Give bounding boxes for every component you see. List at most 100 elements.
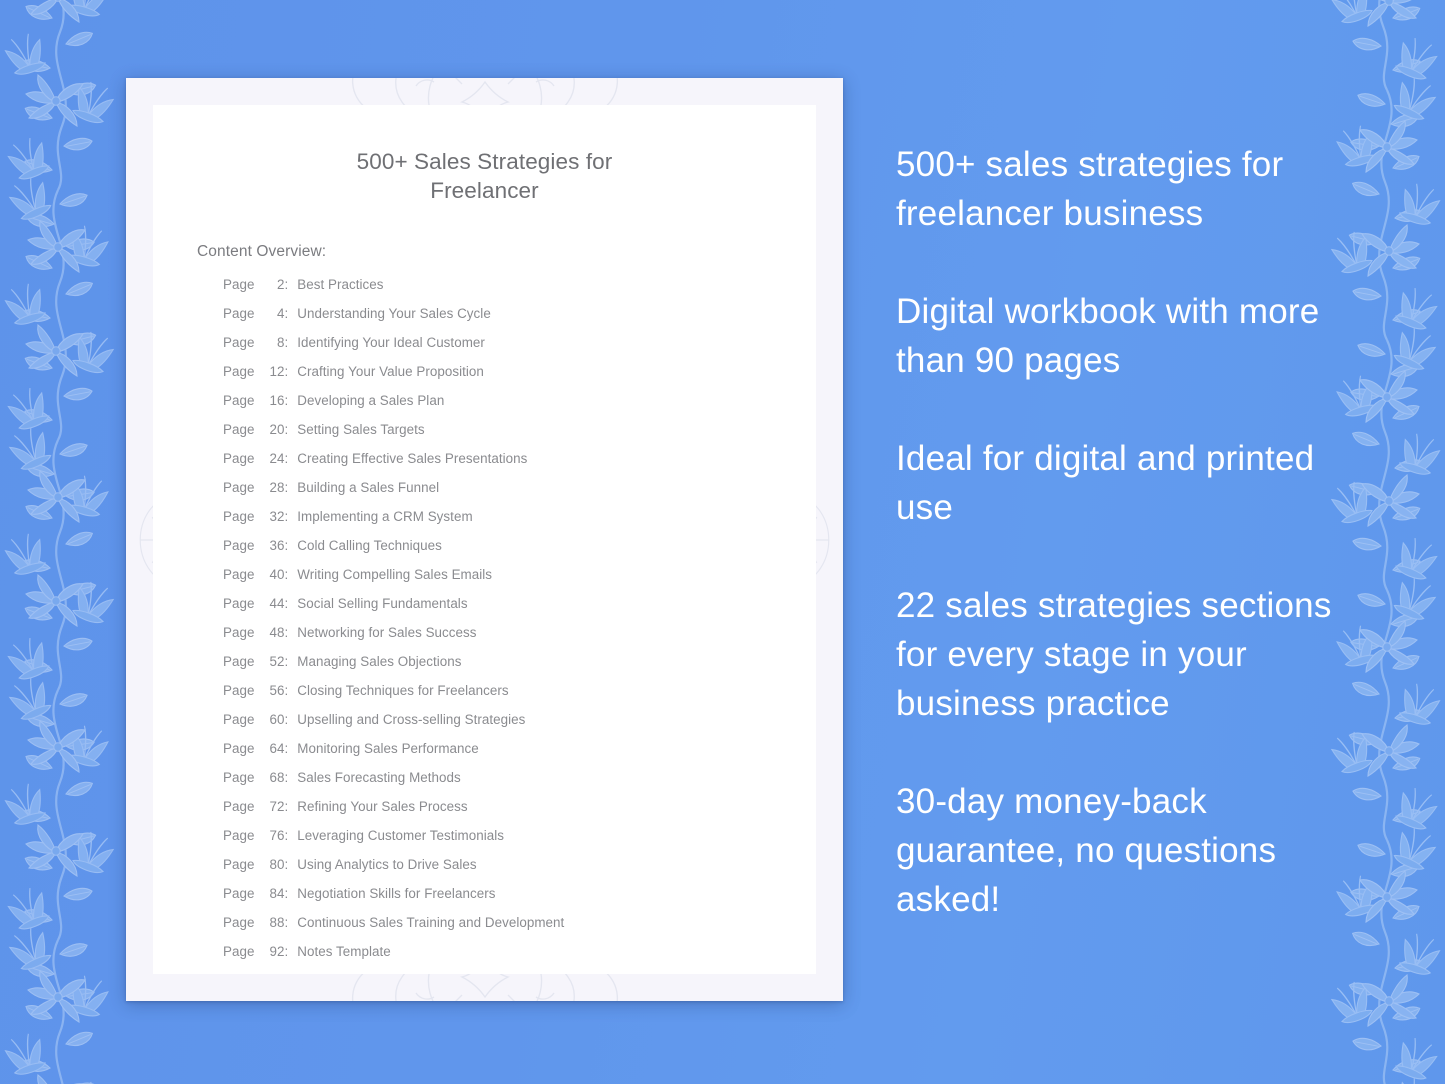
toc-entry: Page 16: Developing a Sales Plan bbox=[223, 393, 816, 422]
page-title: 500+ Sales Strategies for Freelancer bbox=[153, 105, 816, 205]
toc-entry: Page 44: Social Selling Fundamentals bbox=[223, 596, 816, 625]
toc-page-word: Page bbox=[223, 306, 255, 321]
toc-entry-title: Monitoring Sales Performance bbox=[297, 741, 479, 756]
toc-entry: Page 20: Setting Sales Targets bbox=[223, 422, 816, 451]
toc-page-number: 16 bbox=[269, 393, 285, 408]
toc-colon: : bbox=[284, 335, 289, 350]
toc-colon: : bbox=[284, 683, 289, 698]
toc-entry-title: Cold Calling Techniques bbox=[297, 538, 442, 553]
toc-page-number: 56 bbox=[269, 683, 285, 698]
toc-entry: Page 28: Building a Sales Funnel bbox=[223, 480, 816, 509]
toc-entry-title: Closing Techniques for Freelancers bbox=[297, 683, 509, 698]
toc-entry: Page 36: Cold Calling Techniques bbox=[223, 538, 816, 567]
toc-entry-title: Crafting Your Value Proposition bbox=[297, 364, 484, 379]
toc-entry-title: Refining Your Sales Process bbox=[297, 799, 468, 814]
toc-entry-title: Writing Compelling Sales Emails bbox=[297, 567, 493, 582]
toc-page-word: Page bbox=[223, 857, 255, 872]
toc-entry: Page 8: Identifying Your Ideal Customer bbox=[223, 335, 816, 364]
document-page-sheet: 500+ Sales Strategies for Freelancer Con… bbox=[153, 105, 816, 974]
toc-page-number: 72 bbox=[269, 799, 285, 814]
toc-entry-title: Leveraging Customer Testimonials bbox=[297, 828, 505, 843]
toc-entry-title: Understanding Your Sales Cycle bbox=[297, 306, 491, 321]
toc-entry-title: Creating Effective Sales Presentations bbox=[297, 451, 528, 466]
toc-page-number: 68 bbox=[269, 770, 285, 785]
toc-page-word: Page bbox=[223, 567, 255, 582]
toc-colon: : bbox=[284, 712, 289, 727]
toc-entry: Page 68: Sales Forecasting Methods bbox=[223, 770, 816, 799]
toc-page-word: Page bbox=[223, 538, 255, 553]
toc-colon: : bbox=[284, 654, 289, 669]
toc-page-word: Page bbox=[223, 480, 255, 495]
toc-entry: Page 32: Implementing a CRM System bbox=[223, 509, 816, 538]
toc-colon: : bbox=[284, 306, 289, 321]
toc-entry-title: Social Selling Fundamentals bbox=[297, 596, 468, 611]
toc-colon: : bbox=[284, 886, 289, 901]
toc-entry-title: Continuous Sales Training and Developmen… bbox=[297, 915, 565, 930]
document-preview-card: 500+ Sales Strategies for Freelancer Con… bbox=[126, 78, 843, 1001]
toc-entry: Page 76: Leveraging Customer Testimonials bbox=[223, 828, 816, 857]
toc-entry: Page 60: Upselling and Cross-selling Strat… bbox=[223, 712, 816, 741]
floral-vine-border-left-icon bbox=[0, 0, 126, 1084]
toc-entry-title: Building a Sales Funnel bbox=[297, 480, 440, 495]
toc-page-word: Page bbox=[223, 625, 255, 640]
toc-page-number: 20 bbox=[269, 422, 285, 437]
toc-page-word: Page bbox=[223, 335, 255, 350]
marketing-bullet: Ideal for digital and printed use bbox=[896, 439, 1315, 527]
toc-colon: : bbox=[284, 567, 289, 582]
toc-entry: Page 84: Negotiation Skills for Freelancer… bbox=[223, 886, 816, 915]
toc-entry-title: Negotiation Skills for Freelancers bbox=[297, 886, 496, 901]
toc-entry: Page 4: Understanding Your Sales Cycle bbox=[223, 306, 816, 335]
toc-colon: : bbox=[284, 625, 289, 640]
toc-entry: Page 24: Creating Effective Sales Presenta… bbox=[223, 451, 816, 480]
toc-colon: : bbox=[284, 480, 289, 495]
toc-page-word: Page bbox=[223, 712, 255, 727]
toc-page-number: 48 bbox=[269, 625, 285, 640]
toc-page-number: 92 bbox=[269, 944, 285, 959]
toc-page-number: 52 bbox=[269, 654, 285, 669]
toc-colon: : bbox=[284, 538, 289, 553]
toc-page-number: 36 bbox=[269, 538, 285, 553]
toc-page-number: 64 bbox=[269, 741, 285, 756]
toc-entry: Page 92: Notes Template bbox=[223, 944, 816, 973]
marketing-bullet: 500+ sales strategies for freelancer bus… bbox=[896, 145, 1284, 233]
toc-page-word: Page bbox=[223, 828, 255, 843]
toc-page-word: Page bbox=[223, 277, 255, 292]
toc-page-number: 40 bbox=[269, 567, 285, 582]
toc-page-word: Page bbox=[223, 683, 255, 698]
toc-page-word: Page bbox=[223, 741, 255, 756]
toc-entry: Page 72: Refining Your Sales Process bbox=[223, 799, 816, 828]
toc-page-word: Page bbox=[223, 451, 255, 466]
toc-page-number: 28 bbox=[269, 480, 285, 495]
marketing-bullet: 22 sales strategies sections for every s… bbox=[896, 586, 1332, 723]
toc-entry: Page 80: Using Analytics to Drive Sales bbox=[223, 857, 816, 886]
toc-colon: : bbox=[284, 770, 289, 785]
toc-colon: : bbox=[284, 596, 289, 611]
toc-colon: : bbox=[284, 741, 289, 756]
toc-page-number: 2 bbox=[276, 277, 285, 292]
toc-page-number: 60 bbox=[269, 712, 285, 727]
toc-entry: Page 64: Monitoring Sales Performance bbox=[223, 741, 816, 770]
toc-entry: Page 56: Closing Techniques for Freelancer… bbox=[223, 683, 816, 712]
toc-colon: : bbox=[284, 393, 289, 408]
toc-page-number: 8 bbox=[276, 335, 285, 350]
toc-page-word: Page bbox=[223, 422, 255, 437]
toc-page-word: Page bbox=[223, 886, 255, 901]
toc-entry-title: Networking for Sales Success bbox=[297, 625, 477, 640]
toc-page-word: Page bbox=[223, 799, 255, 814]
toc-colon: : bbox=[284, 509, 289, 524]
toc-entry: Page 88: Continuous Sales Training and Dev… bbox=[223, 915, 816, 944]
toc-page-number: 80 bbox=[269, 857, 285, 872]
toc-page-number: 32 bbox=[269, 509, 285, 524]
toc-entry-title: Sales Forecasting Methods bbox=[297, 770, 461, 785]
toc-page-number: 84 bbox=[269, 886, 285, 901]
toc-entry-title: Developing a Sales Plan bbox=[297, 393, 445, 408]
toc-colon: : bbox=[284, 422, 289, 437]
toc-entry-title: Identifying Your Ideal Customer bbox=[297, 335, 485, 350]
toc-page-word: Page bbox=[223, 393, 255, 408]
toc-page-word: Page bbox=[223, 770, 255, 785]
toc-page-number: 12 bbox=[269, 364, 285, 379]
marketing-bullet: Digital workbook with more than 90 pages bbox=[896, 292, 1320, 380]
toc-page-word: Page bbox=[223, 509, 255, 524]
toc-colon: : bbox=[284, 451, 289, 466]
toc-entry-title: Notes Template bbox=[297, 944, 391, 959]
